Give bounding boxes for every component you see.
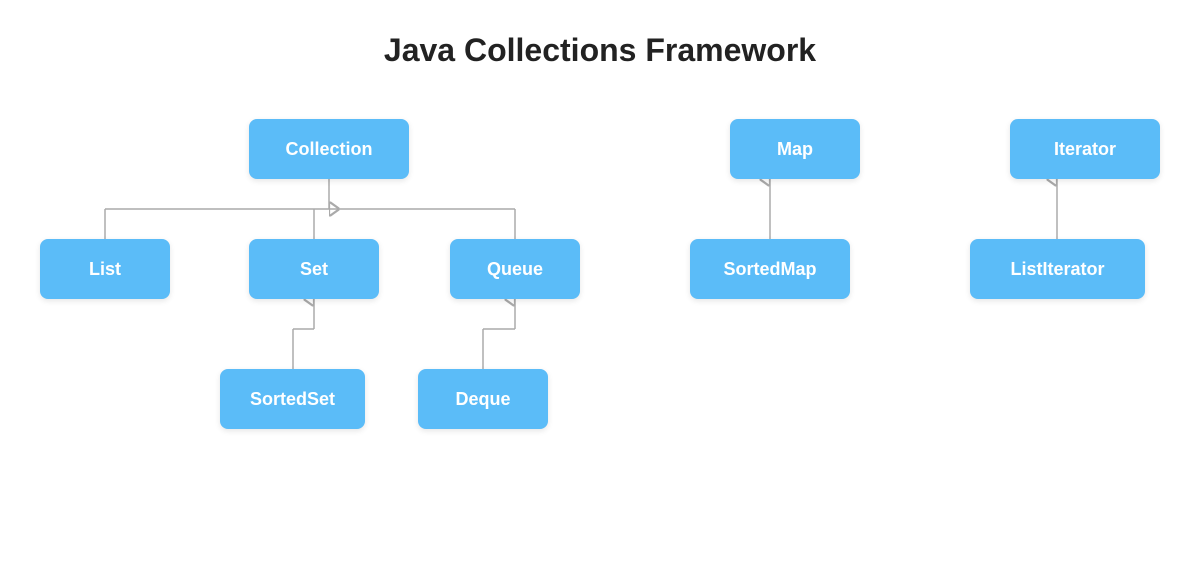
node-listiterator: ListIterator	[970, 239, 1145, 299]
node-map: Map	[730, 119, 860, 179]
node-deque: Deque	[418, 369, 548, 429]
connections-svg	[0, 109, 1200, 581]
page-title: Java Collections Framework	[384, 32, 816, 69]
node-sortedmap: SortedMap	[690, 239, 850, 299]
node-sortedset: SortedSet	[220, 369, 365, 429]
node-iterator: Iterator	[1010, 119, 1160, 179]
node-set: Set	[249, 239, 379, 299]
node-queue: Queue	[450, 239, 580, 299]
node-list: List	[40, 239, 170, 299]
node-collection: Collection	[249, 119, 409, 179]
diagram-area: Collection List Set Queue SortedSet Dequ…	[0, 109, 1200, 581]
